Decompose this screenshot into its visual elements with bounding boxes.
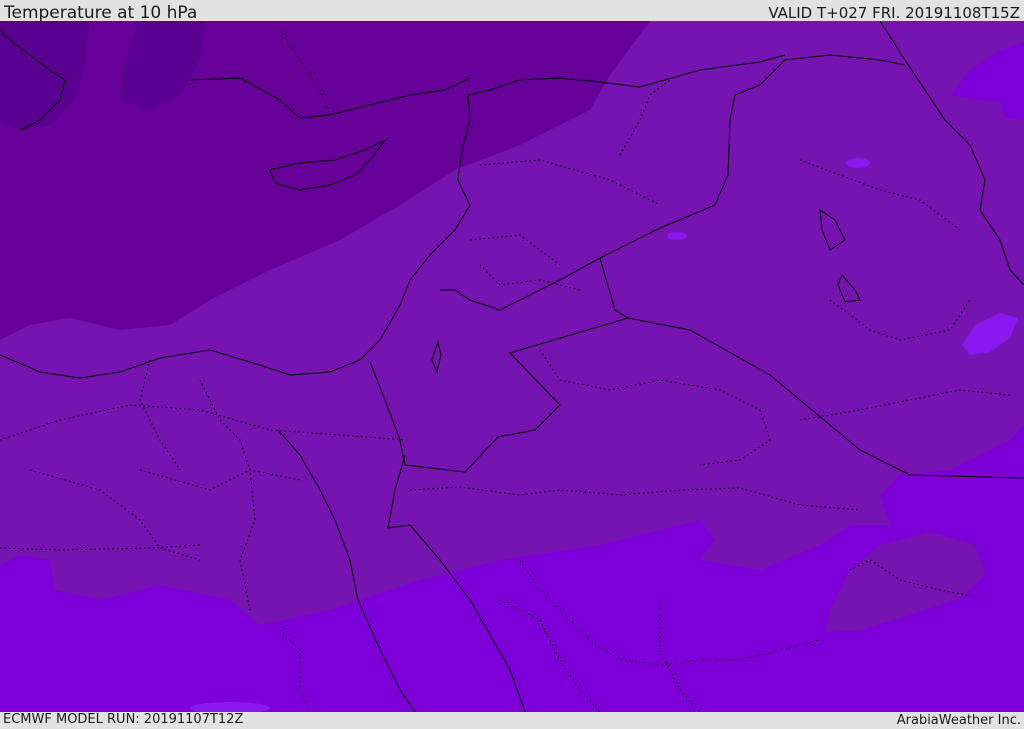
valid-time: VALID T+027 FRI. 20191108T15Z (768, 4, 1020, 22)
credit: ArabiaWeather Inc. (896, 713, 1021, 728)
map-canvas (0, 21, 1024, 712)
temperature-map[interactable] (0, 21, 1024, 712)
model-run: ECMWF MODEL RUN: 20191107T12Z (3, 712, 244, 727)
warm-temperature-spot-4 (667, 232, 687, 240)
header-bar: Temperature at 10 hPa VALID T+027 FRI. 2… (0, 0, 1024, 23)
footer-bar: ECMWF MODEL RUN: 20191107T12Z ArabiaWeat… (0, 712, 1024, 729)
map-title: Temperature at 10 hPa (4, 3, 198, 23)
warm-temperature-spot-3 (846, 158, 870, 168)
